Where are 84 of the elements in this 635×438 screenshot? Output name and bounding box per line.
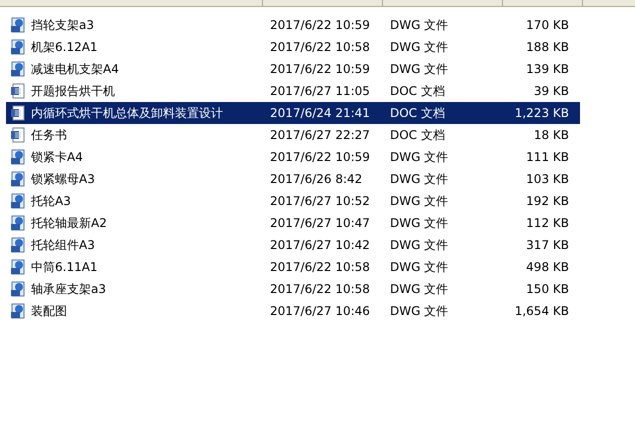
modified-date: 2017/6/22 10:59 (269, 149, 371, 166)
file-size: 317 KB (525, 237, 570, 254)
file-type: DWG 文件 (389, 215, 450, 232)
file-size: 18 KB (532, 127, 570, 144)
file-name: 托轮轴最新A2 (31, 215, 107, 232)
file-name: 机架6.12A1 (31, 39, 98, 56)
file-row[interactable]: 开题报告烘干机 2017/6/27 11:05 DOC 文档 39 KB (6, 80, 580, 102)
modified-date: 2017/6/27 10:47 (269, 215, 371, 232)
modified-date: 2017/6/27 22:27 (269, 127, 371, 144)
modified-date: 2017/6/22 10:58 (269, 281, 371, 298)
file-row[interactable]: 托轮组件A3 2017/6/27 10:42 DWG 文件 317 KB (6, 234, 580, 256)
file-name: 内循环式烘干机总体及卸料装置设计 (31, 105, 223, 122)
drawing-file-icon (10, 39, 26, 55)
file-type: DWG 文件 (389, 17, 450, 34)
file-type: DWG 文件 (389, 149, 450, 166)
file-type: DWG 文件 (389, 303, 450, 320)
file-name: 中筒6.11A1 (31, 259, 98, 276)
file-type: DOC 文档 (389, 105, 446, 122)
modified-date: 2017/6/27 11:05 (269, 83, 371, 100)
file-row[interactable]: 托轮轴最新A2 2017/6/27 10:47 DWG 文件 112 KB (6, 212, 580, 234)
file-size: 139 KB (525, 61, 570, 78)
file-type: DWG 文件 (389, 171, 450, 188)
file-size: 170 KB (525, 17, 570, 34)
drawing-file-icon (10, 61, 26, 77)
modified-date: 2017/6/26 8:42 (269, 171, 364, 188)
file-row[interactable]: 挡轮支架a3 2017/6/22 10:59 DWG 文件 170 KB (6, 14, 580, 36)
file-size: 112 KB (525, 215, 570, 232)
file-name: 任务书 (31, 127, 67, 144)
file-name: 锁紧卡A4 (31, 149, 83, 166)
file-name: 轴承座支架a3 (31, 281, 106, 298)
modified-date: 2017/6/22 10:59 (269, 17, 371, 34)
file-size: 1,223 KB (514, 105, 570, 122)
file-name: 装配图 (31, 303, 67, 320)
file-type: DOC 文档 (389, 127, 446, 144)
file-size: 111 KB (525, 149, 570, 166)
file-type: DWG 文件 (389, 259, 450, 276)
file-size: 1,654 KB (514, 303, 570, 320)
file-row[interactable]: 减速电机支架A4 2017/6/22 10:59 DWG 文件 139 KB (6, 58, 580, 80)
file-row[interactable]: 托轮A3 2017/6/27 10:52 DWG 文件 192 KB (6, 190, 580, 212)
modified-date: 2017/6/27 10:42 (269, 237, 371, 254)
file-row[interactable]: 任务书 2017/6/27 22:27 DOC 文档 18 KB (6, 124, 580, 146)
file-type: DWG 文件 (389, 281, 450, 298)
file-row[interactable]: 中筒6.11A1 2017/6/22 10:58 DWG 文件 498 KB (6, 256, 580, 278)
drawing-file-icon (10, 17, 26, 33)
file-row[interactable]: 装配图 2017/6/27 10:46 DWG 文件 1,654 KB (6, 300, 580, 322)
drawing-file-icon (10, 237, 26, 253)
modified-date: 2017/6/27 10:52 (269, 193, 371, 210)
file-size: 150 KB (525, 281, 570, 298)
file-size: 498 KB (525, 259, 570, 276)
file-name: 开题报告烘干机 (31, 83, 115, 100)
file-size: 103 KB (525, 171, 570, 188)
file-row[interactable]: 内循环式烘干机总体及卸料装置设计 2017/6/24 21:41 DOC 文档 1,223 KB (6, 102, 580, 124)
file-name: 托轮A3 (31, 193, 71, 210)
file-type: DOC 文档 (389, 83, 446, 100)
drawing-file-icon (10, 171, 26, 187)
file-name: 锁紧螺母A3 (31, 171, 95, 188)
drawing-file-icon (10, 215, 26, 231)
modified-date: 2017/6/22 10:58 (269, 259, 371, 276)
file-type: DWG 文件 (389, 193, 450, 210)
document-file-icon (10, 105, 26, 121)
file-size: 39 KB (532, 83, 570, 100)
drawing-file-icon (10, 193, 26, 209)
file-name: 托轮组件A3 (31, 237, 95, 254)
file-row[interactable]: 轴承座支架a3 2017/6/22 10:58 DWG 文件 150 KB (6, 278, 580, 300)
document-file-icon (10, 83, 26, 99)
file-row[interactable]: 锁紧卡A4 2017/6/22 10:59 DWG 文件 111 KB (6, 146, 580, 168)
file-type: DWG 文件 (389, 39, 450, 56)
modified-date: 2017/6/22 10:58 (269, 39, 371, 56)
file-type: DWG 文件 (389, 237, 450, 254)
file-row[interactable]: 锁紧螺母A3 2017/6/26 8:42 DWG 文件 103 KB (6, 168, 580, 190)
drawing-file-icon (10, 281, 26, 297)
modified-date: 2017/6/22 10:59 (269, 61, 371, 78)
file-row[interactable]: 机架6.12A1 2017/6/22 10:58 DWG 文件 188 KB (6, 36, 580, 58)
file-name: 减速电机支架A4 (31, 61, 119, 78)
modified-date: 2017/6/27 10:46 (269, 303, 371, 320)
file-name: 挡轮支架a3 (31, 17, 94, 34)
document-file-icon (10, 127, 26, 143)
file-size: 192 KB (525, 193, 570, 210)
drawing-file-icon (10, 149, 26, 165)
file-type: DWG 文件 (389, 61, 450, 78)
modified-date: 2017/6/24 21:41 (269, 105, 371, 122)
drawing-file-icon (10, 303, 26, 319)
drawing-file-icon (10, 259, 26, 275)
file-size: 188 KB (525, 39, 570, 56)
